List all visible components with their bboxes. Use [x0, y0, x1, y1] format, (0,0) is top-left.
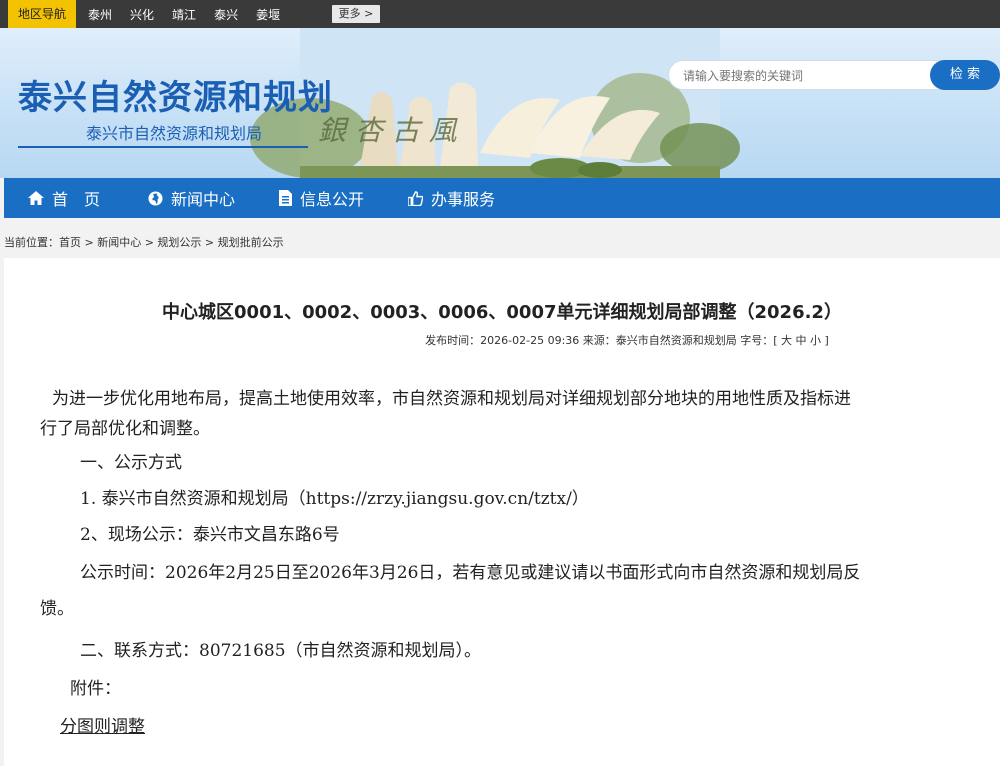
region-link-xinghua[interactable]: 兴化 — [130, 6, 154, 23]
nav-item-services[interactable]: 办事服务 — [408, 178, 495, 218]
title-underline — [18, 146, 308, 148]
intro-line-1: 为进一步优化用地布局，提高土地使用效率，市自然资源和规划局对详细规划部分地块的用… — [52, 389, 851, 409]
article-panel: 中心城区0001、0002、0003、0006、0007单元详细规划局部调整（2… — [4, 258, 1000, 766]
site-banner: 銀 杏 古 風 泰兴自然资源和规划 泰兴市自然资源和规划局 — [0, 28, 1000, 178]
nav-item-news[interactable]: 新闻中心 — [148, 178, 235, 218]
nav-item-info[interactable]: 信息公开 — [279, 178, 364, 218]
period-line-1: 公示时间：2026年2月25日至2026年3月26日，若有意见或建议请以书面形式… — [80, 563, 861, 583]
globe-icon — [148, 190, 163, 206]
nav-item-home[interactable]: 首 页 — [28, 178, 100, 218]
site-title: 泰兴自然资源和规划 — [18, 78, 333, 118]
home-icon — [28, 191, 44, 205]
main-nav: 首 页 新闻中心 信息公开 办事服务 — [4, 178, 1000, 218]
region-link-jingjiang[interactable]: 靖江 — [172, 6, 196, 23]
article-meta: 发布时间：2026-02-25 09:36 来源：泰兴市自然资源和规划局 字号：… — [425, 334, 829, 347]
nav-label-home: 首 页 — [52, 190, 101, 209]
intro-line-2: 行了局部优化和调整。 — [40, 419, 210, 439]
region-nav-label: 地区导航 — [8, 0, 77, 28]
search-input[interactable] — [683, 66, 923, 86]
period-line-2: 馈。 — [40, 599, 74, 619]
search-button[interactable]: 检 索 — [930, 60, 1000, 90]
attachment-label: 附件： — [70, 679, 121, 699]
region-links: 泰州 兴化 靖江 泰兴 姜堰 — [88, 6, 298, 23]
nav-label-info: 信息公开 — [300, 190, 365, 209]
region-link-taixing[interactable]: 泰兴 — [214, 6, 238, 23]
attachment-link[interactable]: 分图则调整 — [60, 712, 145, 737]
method-item-2: 2、现场公示：泰兴市文昌东路6号 — [80, 525, 340, 545]
region-nav-bar: 地区导航 泰州 兴化 靖江 泰兴 姜堰 更多 > — [0, 0, 1000, 28]
more-regions-button[interactable]: 更多 > — [332, 5, 380, 23]
nav-label-news: 新闻中心 — [171, 190, 236, 209]
thumbs-up-icon — [408, 190, 424, 206]
nav-label-services: 办事服务 — [431, 190, 496, 209]
article-title: 中心城区0001、0002、0003、0006、0007单元详细规划局部调整（2… — [162, 302, 842, 323]
svg-text:銀 杏 古 風: 銀 杏 古 風 — [318, 114, 459, 147]
contact-line: 二、联系方式：80721685（市自然资源和规划局）。 — [80, 641, 482, 661]
region-link-jiangyan[interactable]: 姜堰 — [256, 6, 280, 23]
document-icon — [279, 190, 293, 206]
site-subtitle: 泰兴市自然资源和规划局 — [86, 124, 263, 143]
breadcrumb: 当前位置：首页 > 新闻中心 > 规划公示 > 规划批前公示 — [4, 236, 284, 249]
method-item-1: 1. 泰兴市自然资源和规划局（https://zrzy.jiangsu.gov.… — [80, 489, 589, 509]
section-method-heading: 一、公示方式 — [80, 453, 182, 473]
region-link-taizhou[interactable]: 泰州 — [88, 6, 112, 23]
